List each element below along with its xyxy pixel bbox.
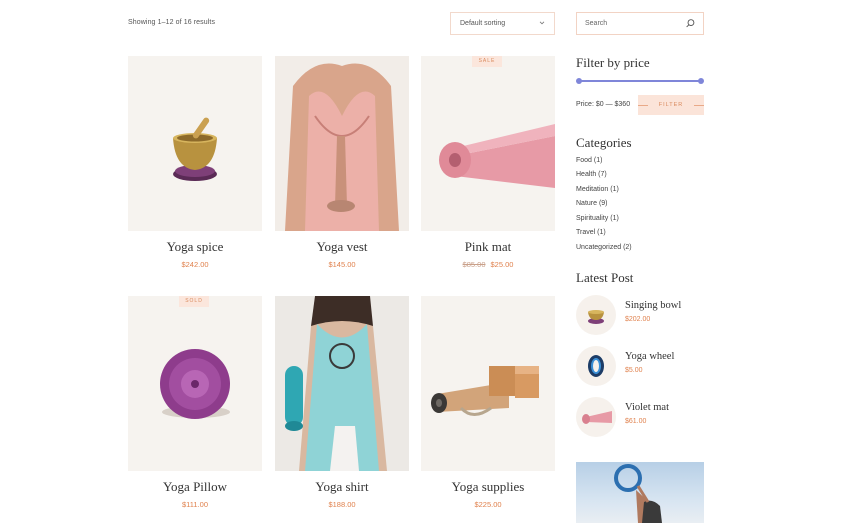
filter-title: Filter by price: [576, 55, 650, 70]
product-image[interactable]: [128, 296, 262, 471]
categories-title: Categories: [576, 135, 632, 150]
promo-banner-image[interactable]: [576, 462, 704, 523]
product-title[interactable]: Yoga spice: [128, 239, 262, 255]
post-price: $61.00: [625, 418, 647, 425]
category-link[interactable]: Food (1): [576, 157, 602, 164]
price-current: $188.00: [328, 500, 356, 509]
product-price: $145.00: [275, 260, 409, 269]
singing-bowl-thumb: [588, 310, 604, 324]
yoga-wheel-thumb: [588, 355, 604, 377]
latest-post-item[interactable]: Violet mat $61.00: [576, 397, 704, 437]
price-current: $225.00: [474, 500, 502, 509]
singing-bowl-image: [173, 117, 217, 181]
post-price: $5.00: [625, 367, 643, 374]
category-link[interactable]: Spirituality (1): [576, 215, 619, 222]
price-slider[interactable]: [576, 78, 704, 84]
yoga-supplies-image: [431, 366, 539, 416]
search-icon[interactable]: [685, 18, 696, 29]
slider-track: [578, 80, 702, 82]
post-thumbnail[interactable]: [576, 295, 616, 335]
sort-selected-label: Default sorting: [460, 20, 506, 27]
search-field[interactable]: Search: [576, 12, 704, 35]
product-image[interactable]: [128, 56, 262, 231]
latest-post-title: Latest Post: [576, 270, 634, 285]
product-title[interactable]: Yoga supplies: [421, 479, 555, 495]
product-price: $111.00: [128, 500, 262, 509]
slider-handle-min[interactable]: [576, 78, 582, 84]
filter-button-label: FILTER: [658, 102, 684, 108]
category-link[interactable]: Travel (1): [576, 229, 606, 236]
results-count: Showing 1–12 of 16 results: [128, 19, 216, 26]
product-title[interactable]: Yoga Pillow: [128, 479, 262, 495]
product-title[interactable]: Yoga shirt: [275, 479, 409, 495]
latest-post-item[interactable]: Yoga wheel $5.00: [576, 346, 704, 386]
post-thumbnail[interactable]: [576, 346, 616, 386]
post-title[interactable]: Singing bowl: [625, 300, 681, 311]
product-price: $242.00: [128, 260, 262, 269]
category-link[interactable]: Nature (9): [576, 200, 608, 207]
post-thumbnail[interactable]: [576, 397, 616, 437]
product-image[interactable]: [421, 56, 555, 231]
filter-button[interactable]: FILTER: [638, 95, 704, 115]
price-range-label: Price: $0 — $360: [576, 101, 631, 108]
button-rule-left: [638, 105, 648, 106]
pink-mat-image: [439, 124, 555, 188]
violet-mat-thumb: [582, 411, 612, 424]
yoga-pillow-image: [160, 349, 230, 419]
search-placeholder: Search: [585, 20, 608, 27]
product-title[interactable]: Yoga vest: [275, 239, 409, 255]
category-link[interactable]: Health (7): [576, 171, 607, 178]
yoga-shirt-image: [275, 296, 409, 471]
product-image[interactable]: [275, 296, 409, 471]
sold-badge: SOLD: [179, 296, 209, 307]
category-link[interactable]: Meditation (1): [576, 186, 619, 193]
post-price: $202.00: [625, 316, 651, 323]
latest-post-item[interactable]: Singing bowl $202.00: [576, 295, 704, 335]
post-title[interactable]: Violet mat: [625, 402, 669, 413]
price-current: $242.00: [181, 260, 209, 269]
product-price: $188.00: [275, 500, 409, 509]
yoga-wheel-photo: [614, 464, 662, 523]
chevron-down-icon: [539, 21, 545, 25]
product-title[interactable]: Pink mat: [421, 239, 555, 255]
product-image[interactable]: [421, 296, 555, 471]
sale-badge: SALE: [472, 56, 502, 67]
price-current: $25.00: [490, 260, 514, 269]
price-old: $85.00: [462, 260, 486, 269]
yoga-vest-image: [275, 56, 409, 231]
sort-select[interactable]: Default sorting: [450, 12, 555, 35]
product-image[interactable]: [275, 56, 409, 231]
price-current: $145.00: [328, 260, 356, 269]
button-rule-right: [694, 105, 704, 106]
category-link[interactable]: Uncategorized (2): [576, 244, 632, 251]
post-title[interactable]: Yoga wheel: [625, 351, 674, 362]
product-price: $225.00: [421, 500, 555, 509]
slider-handle-max[interactable]: [698, 78, 704, 84]
price-current: $111.00: [182, 500, 208, 509]
product-price: $85.00 $25.00: [421, 260, 555, 269]
